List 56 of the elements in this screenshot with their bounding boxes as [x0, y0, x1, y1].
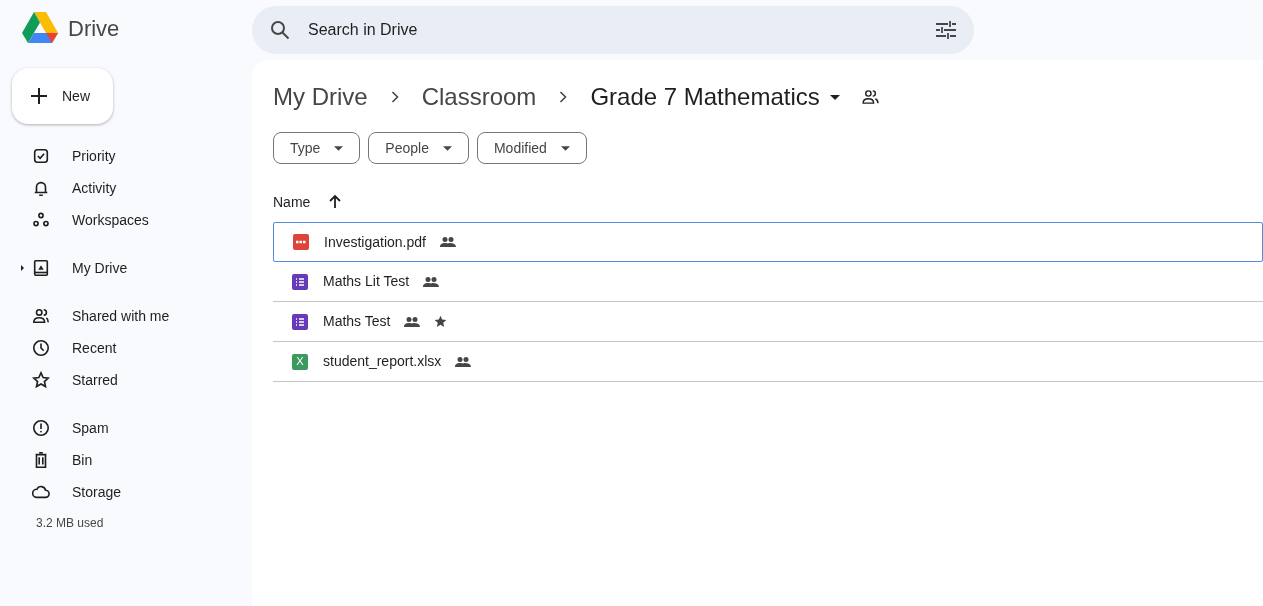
sidebar-item[interactable]: Recent: [0, 332, 252, 364]
plus-icon: [30, 87, 48, 105]
caret-icon: [334, 145, 344, 151]
caret-icon: [560, 145, 570, 151]
sidebar-item[interactable]: Bin: [0, 444, 252, 476]
checkbox-icon: [32, 147, 50, 165]
sidebar-item[interactable]: Workspaces: [0, 204, 252, 236]
sidebar-item[interactable]: Storage: [0, 476, 252, 508]
pdf-file-icon: [293, 234, 309, 250]
sidebar-item[interactable]: Shared with me: [0, 300, 252, 332]
sidebar-item[interactable]: My Drive: [0, 252, 252, 284]
file-row[interactable]: Maths Test: [273, 302, 1263, 342]
form-file-icon: [292, 273, 308, 290]
column-header[interactable]: Name: [273, 191, 311, 213]
app-title: Drive: [68, 14, 120, 43]
filter-dropdown[interactable]: Type: [273, 132, 361, 164]
breadcrumb-link[interactable]: My Drive: [273, 79, 368, 115]
clock-icon: [32, 339, 50, 357]
people-icon[interactable]: [861, 90, 880, 104]
new-button[interactable]: New: [12, 68, 113, 124]
warning-icon: [32, 419, 50, 437]
sidebar-item[interactable]: Spam: [0, 412, 252, 444]
caret-icon: [442, 145, 452, 151]
form-file-icon: [292, 313, 308, 330]
search-field[interactable]: Search in Drive: [308, 18, 918, 42]
file-row[interactable]: X student_report.xlsx: [273, 342, 1263, 382]
spreadsheet-file-icon: X: [292, 353, 308, 370]
sidebar-item[interactable]: Activity: [0, 172, 252, 204]
drive-logo-icon: [22, 12, 58, 44]
file-row[interactable]: Investigation.pdf: [273, 222, 1263, 262]
chevron-right-icon: [390, 91, 399, 103]
search-icon[interactable]: [270, 20, 290, 40]
bell-icon: [32, 179, 50, 197]
filter-dropdown[interactable]: People: [368, 132, 469, 164]
star-icon: [32, 371, 50, 389]
breadcrumb-link[interactable]: Classroom: [421, 79, 537, 115]
file-row[interactable]: Maths Lit Test: [273, 262, 1263, 302]
circles-icon: [32, 211, 50, 229]
sidebar-item[interactable]: Priority: [0, 140, 252, 172]
current-folder-button[interactable]: Grade 7 Mathematics: [590, 79, 840, 115]
people-icon: [32, 307, 50, 325]
file-name: Maths Lit Test: [323, 272, 410, 291]
drive-icon: [32, 259, 50, 277]
chevron-right-icon: [559, 91, 568, 103]
filter-settings-icon[interactable]: [936, 21, 956, 39]
up-arrow-icon[interactable]: [328, 194, 343, 210]
file-name: Maths Test: [323, 312, 391, 331]
cloud-icon: [32, 483, 50, 501]
file-name: student_report.xlsx: [323, 352, 442, 371]
storage-usage-text: 3.2 MB used: [35, 515, 105, 532]
caret-icon: [829, 94, 840, 100]
search-bar[interactable]: Search in Drive: [252, 6, 974, 54]
filter-dropdown[interactable]: Modified: [476, 132, 587, 164]
expand-arrow-icon[interactable]: [21, 265, 24, 271]
file-name: Investigation.pdf: [324, 232, 426, 252]
sidebar-item[interactable]: Starred: [0, 364, 252, 396]
